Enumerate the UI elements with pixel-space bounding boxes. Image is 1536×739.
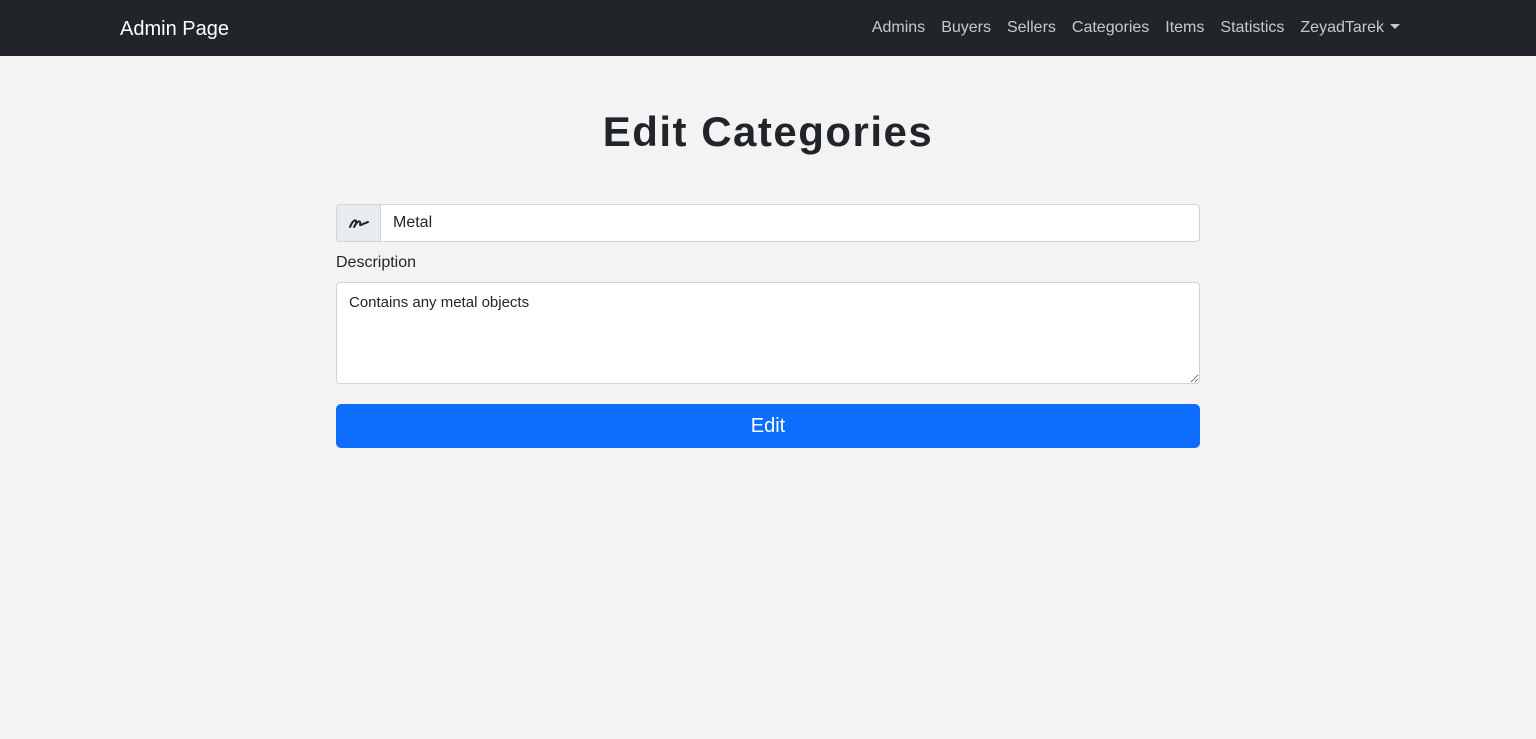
category-name-input[interactable] (381, 204, 1200, 242)
nav-link-items[interactable]: Items (1157, 19, 1212, 37)
description-textarea[interactable]: Contains any metal objects (336, 282, 1200, 384)
nav-link-statistics[interactable]: Statistics (1212, 19, 1292, 37)
navbar-brand[interactable]: Admin Page (120, 16, 229, 42)
nav-link-categories[interactable]: Categories (1064, 19, 1157, 37)
signature-icon (336, 204, 381, 242)
page-title: Edit Categories (602, 108, 934, 155)
nav-link-sellers[interactable]: Sellers (999, 19, 1064, 37)
description-label: Description (336, 254, 417, 271)
edit-button[interactable]: Edit (336, 404, 1200, 448)
user-name: ZeyadTarek (1300, 19, 1384, 36)
user-dropdown-toggle[interactable]: ZeyadTarek (1292, 19, 1408, 37)
nav-link-buyers[interactable]: Buyers (933, 19, 999, 37)
category-name-group (336, 204, 1200, 242)
nav-links: Admins Buyers Sellers Categories Items S… (864, 0, 1408, 56)
caret-down-icon (1390, 24, 1400, 29)
nav-link-admins[interactable]: Admins (864, 19, 933, 37)
top-navbar: Admin Page Admins Buyers Sellers Categor… (0, 0, 1536, 56)
